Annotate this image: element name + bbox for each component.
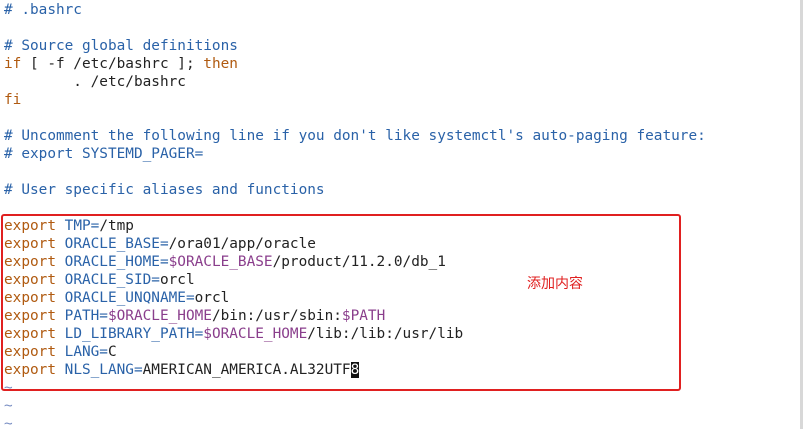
highlight-box xyxy=(1,214,681,391)
code-line: if [ -f /etc/bashrc ]; then xyxy=(4,55,238,73)
keyword-fi: fi xyxy=(4,92,22,108)
comment-line: # User specific aliases and functions xyxy=(4,182,325,198)
comment-line: # export SYSTEMD_PAGER= xyxy=(4,146,204,162)
annotation-label: 添加内容 xyxy=(527,276,583,292)
keyword-then: then xyxy=(203,56,238,72)
empty-line-marker: ~ xyxy=(4,398,13,414)
empty-line-marker: ~ xyxy=(4,416,13,429)
comment-line: # Source global definitions xyxy=(4,38,238,54)
comment-line: # Uncomment the following line if you do… xyxy=(4,128,706,144)
comment-line: # .bashrc xyxy=(4,2,82,18)
keyword-if: if xyxy=(4,56,22,72)
condition-text: [ -f /etc/bashrc ]; xyxy=(21,56,204,72)
vim-editor[interactable]: # .bashrc # Source global definitions if… xyxy=(0,0,803,429)
code-line: . /etc/bashrc xyxy=(4,74,186,90)
